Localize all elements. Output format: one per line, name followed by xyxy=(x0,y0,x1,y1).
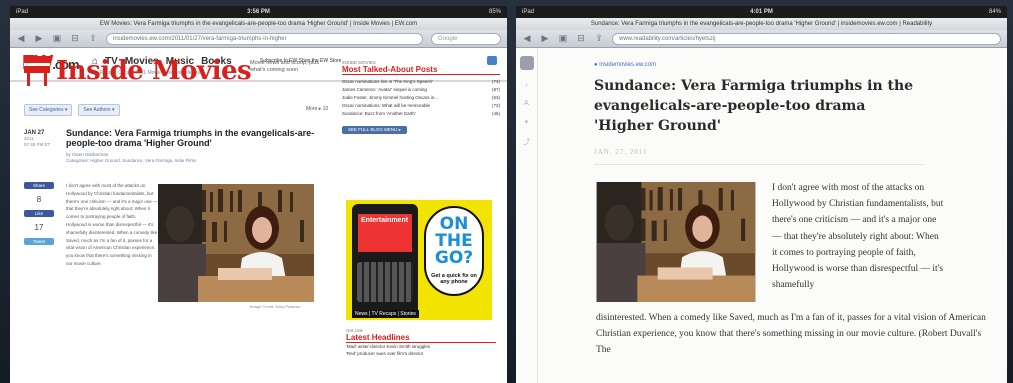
divider xyxy=(594,164,924,165)
blog-banner: Inside Movies Movie news and scoop, plus… xyxy=(24,54,344,96)
post-headline[interactable]: Sundance: Vera Farmiga triumphs in the e… xyxy=(66,128,336,148)
latest-headlines: Get Link Latest Headlines 'Mad' writer-d… xyxy=(346,328,496,357)
page-title-bar: Sundance: Vera Farmiga triumphs in the e… xyxy=(516,18,1007,30)
clock: 4:01 PM xyxy=(750,9,773,15)
byline-tags[interactable]: Categories: Higher Ground, Sundance, Ver… xyxy=(66,158,336,164)
list-item[interactable]: 'Mad' writer-director Kevin Smith strugg… xyxy=(346,343,496,350)
share-icon[interactable]: ⇪ xyxy=(88,33,98,44)
font-size-icon[interactable]: A xyxy=(516,100,537,107)
ad-nav: News | TV Recaps | Stories xyxy=(352,310,419,318)
movie-still-image xyxy=(596,182,756,302)
list-item-title: Oscar nominations live in 'The King's Sp… xyxy=(342,79,433,84)
back-icon[interactable]: ◀ xyxy=(16,33,26,44)
like-button[interactable]: Like xyxy=(24,210,54,217)
safari-toolbar: ◀ ▶ ▣ ⊟ ⇪ insidemovies.ew.com/2011/01/27… xyxy=(10,30,507,48)
list-item[interactable]: James Cameron: 'Avatar' sequel is coming… xyxy=(342,86,500,94)
ad-speech-bubble: ON THE GO? Get a quick fix on any phone xyxy=(424,206,484,296)
readability-logo-icon[interactable] xyxy=(519,56,534,70)
bookmarks-icon[interactable]: ⊟ xyxy=(576,33,586,44)
safari-toolbar: ◀ ▶ ▣ ⊟ ⇪ www.readability.com/articles/h… xyxy=(516,30,1007,48)
blog-title[interactable]: Inside Movies xyxy=(56,56,252,86)
list-item-title: Oscar nominations: What will be memorabl… xyxy=(342,103,431,108)
pages-icon[interactable]: ▣ xyxy=(558,33,568,44)
blog-tagline: Movie news and scoop, plus what's coming… xyxy=(250,60,320,73)
date-time: 07:48 PM ET xyxy=(24,142,51,147)
filter-pills: See Categories ▾ See Authors ▾ xyxy=(24,104,120,116)
tweet-button[interactable]: Tweet xyxy=(24,238,54,245)
list-item[interactable]: Oscar nominations: What will be memorabl… xyxy=(342,102,500,110)
full-menu-button[interactable]: SEE FULL BLOG MENU ▸ xyxy=(342,126,407,134)
list-item-count: (74) xyxy=(491,79,500,84)
ad-headline: ON THE GO? xyxy=(434,214,474,268)
ipad-screen-readability: iPad 4:01 PM 84% Sundance: Vera Farmiga … xyxy=(516,6,1007,383)
forward-icon[interactable]: ▶ xyxy=(540,33,550,44)
address-field[interactable]: insidemovies.ew.com/2011/01/27/vera-farm… xyxy=(106,32,423,45)
article-source[interactable]: ● insidemovies.ew.com xyxy=(594,62,656,68)
list-item-count: (53) xyxy=(491,95,500,100)
bookmark-icon[interactable]: ▾ xyxy=(516,118,537,126)
ipad-screen-ew: iPad 3:56 PM 85% EW Movies: Vera Farmiga… xyxy=(10,6,507,383)
list-item[interactable]: Jodie Foster, Jimmy Kimmel hosting Oscar… xyxy=(342,94,500,102)
article-date: JAN. 27, 2011 xyxy=(594,148,648,156)
battery-label: 85% xyxy=(488,9,501,15)
advertisement[interactable]: Entertainment ON THE GO? Get a quick fix… xyxy=(346,200,492,320)
image-credit: Image Credit: Sony Pictures xyxy=(250,304,300,309)
tweet-count: 17 xyxy=(34,223,44,232)
source-text: insidemovies.ew.com xyxy=(599,62,656,68)
photo-background: iPad 3:56 PM 85% EW Movies: Vera Farmiga… xyxy=(0,0,1013,383)
battery-label: 84% xyxy=(988,9,1001,15)
search-field[interactable]: Google xyxy=(431,32,501,45)
categories-dropdown[interactable]: See Categories ▾ xyxy=(24,104,73,116)
article-paragraph-wrap: I don't agree with most of the attacks o… xyxy=(772,183,944,291)
list-item-title: Jodie Foster, Jimmy Kimmel hosting Oscar… xyxy=(342,95,439,100)
sidebar: INSIDE MOVIES Most Talked-About Posts Os… xyxy=(342,60,500,136)
list-item-title: Sundance: Buzz from 'Another Earth' xyxy=(342,111,416,116)
status-bar: iPad 4:01 PM 84% xyxy=(516,6,1007,18)
post-byline: by Owen Gleiberman Categories: Higher Gr… xyxy=(66,152,336,164)
clock: 3:56 PM xyxy=(247,9,270,15)
like-count: 8 xyxy=(36,195,42,204)
list-item[interactable]: 'Red' producer sues over film's director xyxy=(346,350,496,357)
share-column: Share 8 Like 17 Tweet xyxy=(24,182,54,251)
directors-chair-icon xyxy=(24,56,50,86)
forward-icon[interactable]: ▶ xyxy=(34,33,44,44)
share-button[interactable]: Share xyxy=(24,182,54,189)
back-icon[interactable]: ◀ xyxy=(522,33,532,44)
address-field[interactable]: www.readability.com/articles/hyetszij xyxy=(612,32,1001,45)
phone-screen: Entertainment xyxy=(358,214,412,252)
share-icon[interactable]: ⤴ xyxy=(516,137,537,147)
post-more[interactable]: More ▸ 10 xyxy=(306,106,328,112)
phone-image: Entertainment xyxy=(352,204,418,318)
latest-heading: Latest Headlines xyxy=(346,333,496,343)
list-item-count: (87) xyxy=(491,87,500,92)
ad-subline: Get a quick fix on any phone xyxy=(431,273,477,285)
bookmarks-icon[interactable]: ⊟ xyxy=(70,33,80,44)
source-dot-icon: ● xyxy=(594,62,598,68)
page-title-bar: EW Movies: Vera Farmiga triumphs in the … xyxy=(10,18,507,30)
readability-toolbar: ‹ A ▾ ⤴ xyxy=(516,48,538,383)
post-body: I don't agree with most of the attacks o… xyxy=(66,183,158,266)
list-item-count: (72) xyxy=(491,103,500,108)
most-talked-heading: Most Talked-About Posts xyxy=(342,65,500,75)
article-paragraph-full: disinterested. When a comedy like Saved,… xyxy=(596,313,986,356)
list-item[interactable]: Oscar nominations live in 'The King's Sp… xyxy=(342,78,500,86)
back-arrow-icon[interactable]: ‹ xyxy=(516,82,537,89)
list-item[interactable]: Sundance: Buzz from 'Another Earth' (46) xyxy=(342,110,500,118)
list-item-title: James Cameron: 'Avatar' sequel is coming xyxy=(342,87,427,92)
phone-keyboard xyxy=(357,262,413,302)
status-bar: iPad 3:56 PM 85% xyxy=(10,6,507,18)
post-date: JAN 27 2011 07:48 PM ET xyxy=(24,130,50,148)
list-item-count: (46) xyxy=(491,111,500,116)
share-icon[interactable]: ⇪ xyxy=(594,33,604,44)
authors-dropdown[interactable]: See Authors ▾ xyxy=(78,104,120,116)
pages-icon[interactable]: ▣ xyxy=(52,33,62,44)
ad-brand: Entertainment xyxy=(361,217,409,224)
movie-still-image xyxy=(158,184,314,302)
article-title: Sundance: Vera Farmiga triumphs in the e… xyxy=(594,78,914,134)
